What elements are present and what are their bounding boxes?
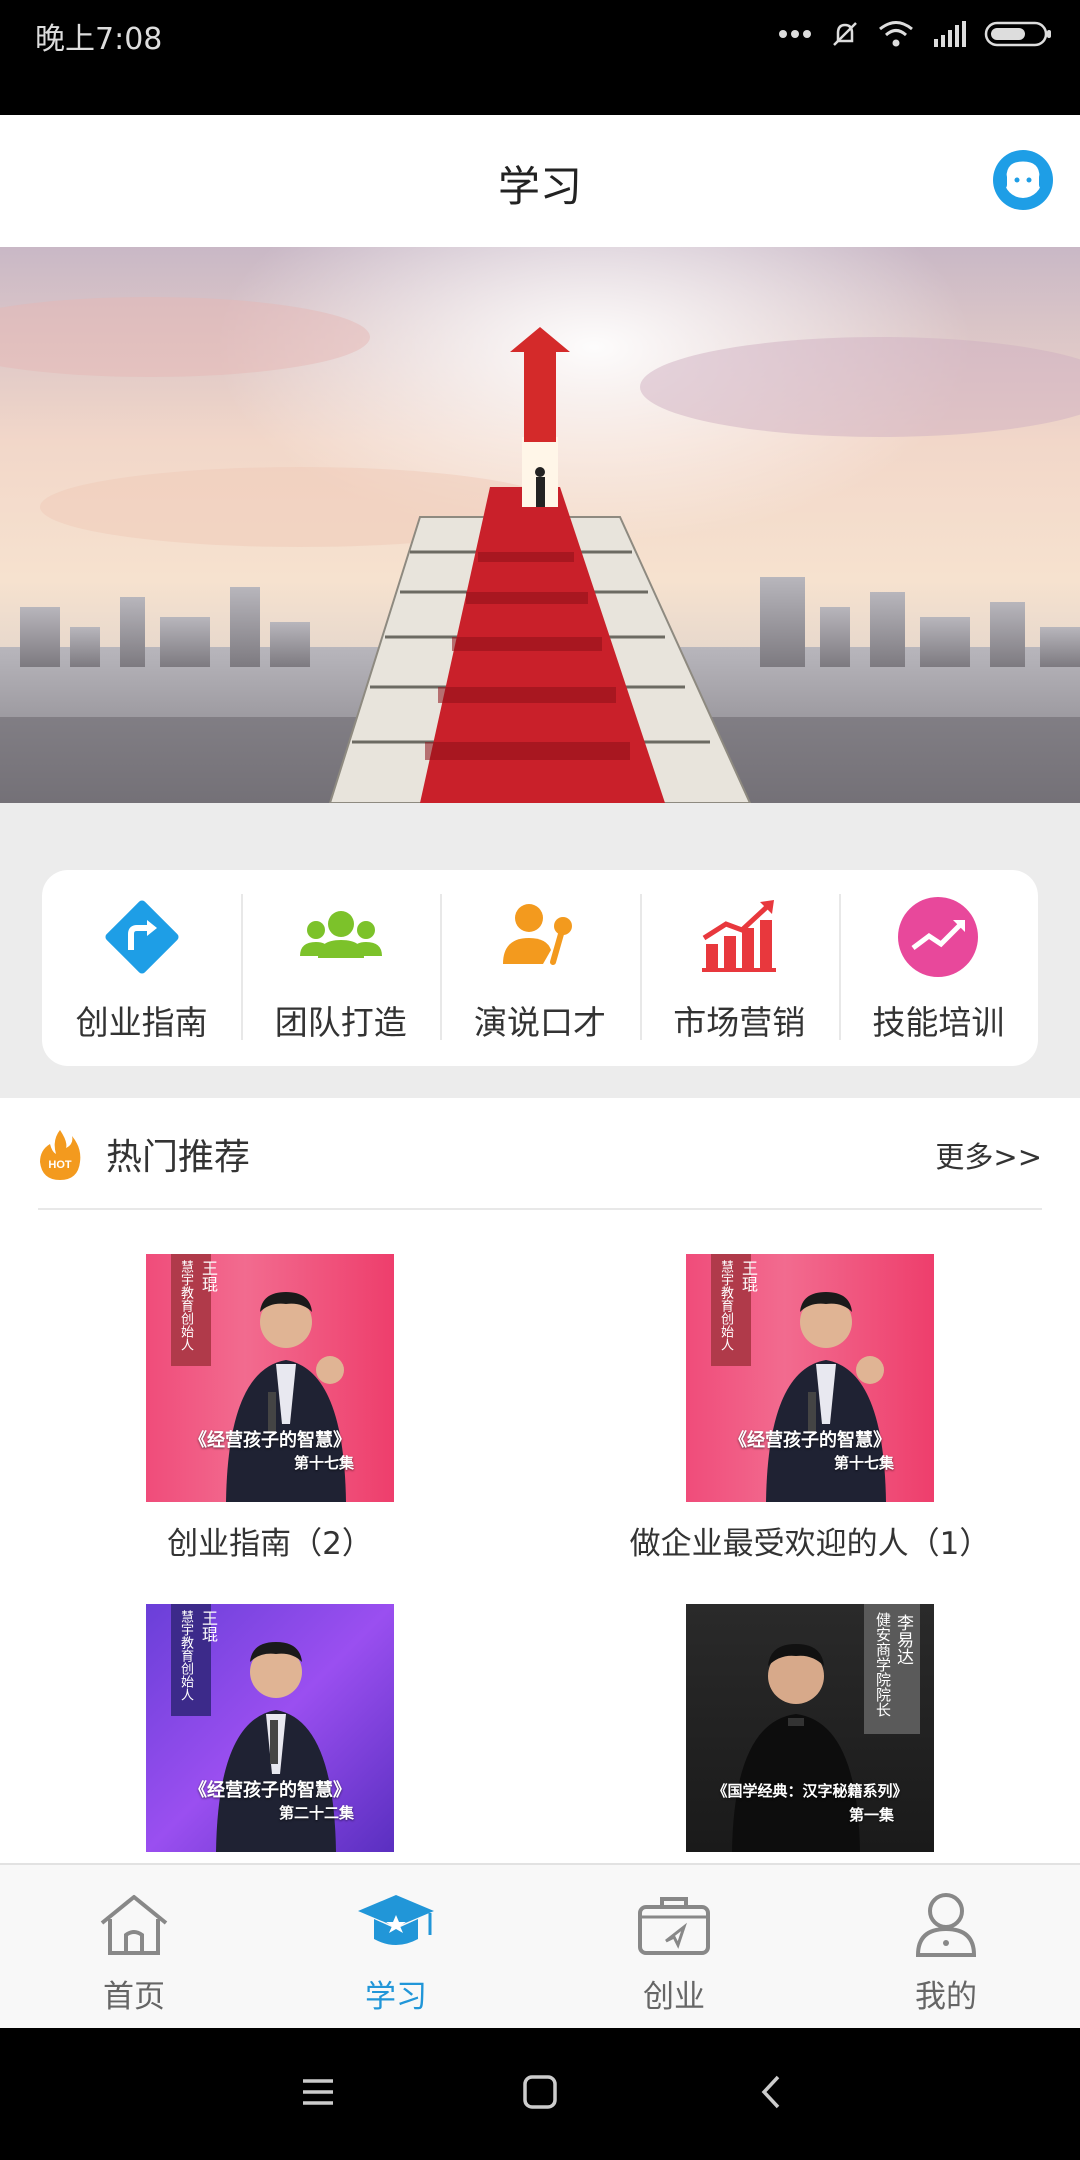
hot-recommend-section: HOT 热门推荐 更多>> 王琨 慧宇教育创始人 《经营孩子的智慧》 第十七集 … bbox=[0, 1098, 1080, 1863]
course-title: 创业指南（2） bbox=[167, 1526, 373, 1562]
trend-circle-icon bbox=[898, 897, 979, 977]
more-dots-icon bbox=[779, 30, 811, 38]
cover-role: 慧宇教育创始人 bbox=[178, 1610, 193, 1701]
status-bar: 晚上7:08 bbox=[0, 0, 1080, 115]
wifi-icon bbox=[879, 21, 913, 47]
bar-chart-up-icon bbox=[702, 900, 777, 972]
course-card[interactable]: 王琨 慧宇教育创始人 《经营孩子的智慧》 第十七集 创业指南（2） bbox=[146, 1254, 394, 1562]
cover-role: 慧宇教育创始人 bbox=[718, 1260, 733, 1351]
battery-icon bbox=[984, 21, 1051, 47]
tab-label: 我的 bbox=[915, 1979, 977, 2015]
diamond-arrow-icon bbox=[105, 900, 179, 974]
course-cover: 李易达 健安商学院院长 《国学经典：汉字秘籍系列》 第一集 bbox=[686, 1604, 934, 1852]
home-icon bbox=[100, 1895, 168, 1955]
tab-label: 创业 bbox=[643, 1979, 705, 2015]
cover-caption: 《经营孩子的智慧》 bbox=[189, 1780, 351, 1801]
banner-image[interactable] bbox=[0, 247, 1080, 803]
cover-role: 慧宇教育创始人 bbox=[178, 1260, 193, 1351]
hot-badge-text: HOT bbox=[48, 1159, 72, 1171]
cover-role: 健安商学院院长 bbox=[874, 1612, 892, 1717]
category-startup-guide[interactable]: 创业指南 bbox=[42, 870, 241, 1066]
mute-icon bbox=[833, 22, 857, 46]
category-marketing[interactable]: 市场营销 bbox=[639, 870, 839, 1066]
speaker-mic-icon bbox=[503, 904, 572, 965]
menu-icon[interactable] bbox=[300, 2074, 336, 2110]
briefcase-icon bbox=[638, 1897, 710, 1955]
cover-caption: 《经营孩子的智慧》 bbox=[729, 1430, 891, 1451]
course-card[interactable]: 李易达 健安商学院院长 《国学经典：汉字秘籍系列》 第一集 bbox=[686, 1604, 934, 1852]
cover-name: 李易达 bbox=[893, 1614, 913, 1665]
tab-mine[interactable]: 我的 bbox=[846, 1865, 1046, 2030]
cover-caption: 《国学经典：汉字秘籍系列》 bbox=[712, 1782, 908, 1800]
status-icons bbox=[778, 14, 1052, 54]
page-title: 学习 bbox=[497, 162, 582, 211]
hot-flame-icon: HOT bbox=[40, 1130, 81, 1180]
signal-icon bbox=[934, 21, 966, 47]
tab-home[interactable]: 首页 bbox=[34, 1865, 234, 2030]
category-section: 创业指南 团队打造 演说口才 市场营销 技能培训 bbox=[0, 803, 1080, 1098]
cover-episode: 第十七集 bbox=[833, 1454, 894, 1472]
category-speech[interactable]: 演说口才 bbox=[440, 870, 639, 1066]
section-header: HOT 热门推荐 更多>> bbox=[38, 1120, 1042, 1210]
tab-study[interactable]: 学习 bbox=[296, 1865, 496, 2030]
user-icon bbox=[915, 1893, 977, 1957]
customer-service-icon[interactable] bbox=[990, 147, 1056, 213]
category-label: 创业指南 bbox=[75, 1003, 208, 1042]
course-title: 做企业最受欢迎的人（1） bbox=[629, 1526, 991, 1562]
category-skills[interactable]: 技能培训 bbox=[838, 870, 1038, 1066]
graduation-cap-icon bbox=[358, 1895, 434, 1945]
banner-illustration bbox=[0, 247, 1080, 803]
cover-episode: 第十七集 bbox=[293, 1454, 354, 1472]
course-cover: 王琨 慧宇教育创始人 《经营孩子的智慧》 第十七集 bbox=[146, 1254, 394, 1502]
tab-startup[interactable]: 创业 bbox=[574, 1865, 774, 2030]
course-card[interactable]: 王琨 慧宇教育创始人 《经营孩子的智慧》 第二十二集 bbox=[146, 1604, 394, 1852]
system-nav-bar bbox=[0, 2028, 1080, 2160]
tab-label: 首页 bbox=[103, 1979, 165, 2015]
more-link[interactable]: 更多>> bbox=[935, 1134, 1042, 1176]
home-square-icon[interactable] bbox=[522, 2074, 558, 2110]
category-label: 演说口才 bbox=[474, 1003, 606, 1042]
category-label: 技能培训 bbox=[872, 1003, 1005, 1042]
back-icon[interactable] bbox=[754, 2074, 790, 2110]
category-team-building[interactable]: 团队打造 bbox=[241, 870, 440, 1066]
tab-label: 学习 bbox=[365, 1979, 427, 2015]
cover-caption: 《经营孩子的智慧》 bbox=[189, 1430, 351, 1451]
category-card: 创业指南 团队打造 演说口才 市场营销 技能培训 bbox=[42, 870, 1038, 1066]
cover-episode: 第二十二集 bbox=[278, 1804, 354, 1822]
status-time: 晚上7:08 bbox=[35, 22, 163, 57]
category-label: 团队打造 bbox=[274, 1003, 407, 1042]
cover-episode: 第一集 bbox=[848, 1806, 894, 1824]
course-cover: 王琨 慧宇教育创始人 《经营孩子的智慧》 第二十二集 bbox=[146, 1604, 394, 1852]
course-card[interactable]: 王琨 慧宇教育创始人 《经营孩子的智慧》 第十七集 做企业最受欢迎的人（1） bbox=[630, 1254, 990, 1562]
section-title: 热门推荐 bbox=[106, 1137, 251, 1178]
course-cover: 王琨 慧宇教育创始人 《经营孩子的智慧》 第十七集 bbox=[686, 1254, 934, 1502]
title-bar: 学习 bbox=[0, 115, 1080, 247]
category-label: 市场营销 bbox=[673, 1003, 806, 1042]
bottom-tab-bar: 首页 学习 创业 我的 bbox=[0, 1863, 1080, 2030]
team-icon bbox=[299, 911, 382, 958]
